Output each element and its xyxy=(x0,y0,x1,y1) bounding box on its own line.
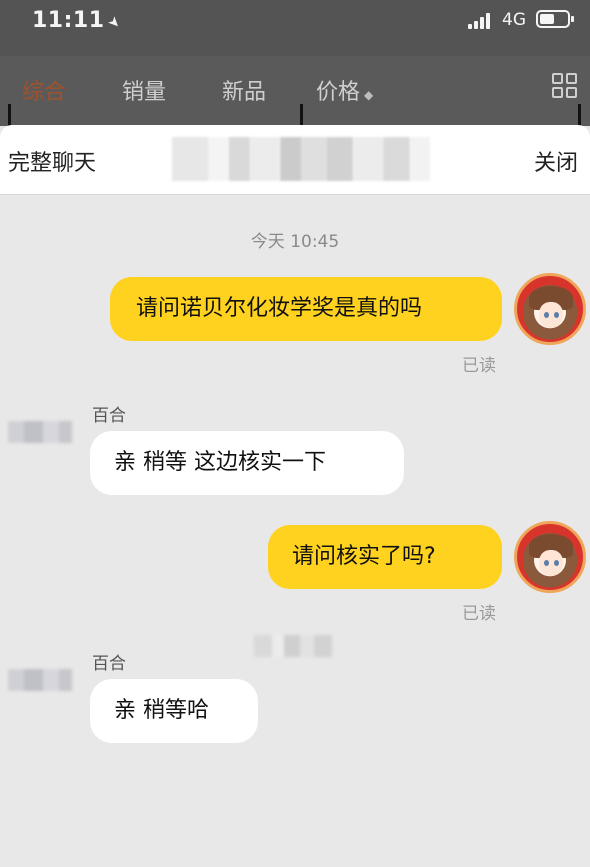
tab-sales[interactable]: 销量 xyxy=(122,74,166,106)
sender-name: 百合 xyxy=(92,654,126,674)
tab-comprehensive[interactable]: 综合 xyxy=(22,74,66,106)
sheet-title: 完整聊天 xyxy=(8,151,97,176)
tab-price-label: 价格 xyxy=(316,80,361,105)
close-button[interactable]: 关闭 xyxy=(534,145,578,177)
message-bubble-self: 请问核实了吗? xyxy=(268,525,502,589)
time-text: 11:11 xyxy=(32,8,105,33)
chat-log: 今天 10:45 请问诺贝尔化妆学奖是真的吗 已读 百合 亲 稍等 这边核实一下… xyxy=(0,195,590,867)
location-arrow-icon: ➤ xyxy=(103,13,124,33)
message-bubble-other: 亲 稍等哈 xyxy=(90,679,258,743)
redacted-avatar xyxy=(8,421,72,443)
network-type: 4G xyxy=(502,10,526,30)
read-status: 已读 xyxy=(462,604,496,624)
read-status: 已读 xyxy=(462,356,496,376)
background-divider xyxy=(578,104,581,126)
background-divider xyxy=(8,104,11,126)
user-avatar xyxy=(514,521,586,593)
status-time: 11:11➤ xyxy=(32,8,124,33)
battery-icon xyxy=(536,10,574,28)
sort-arrows-icon: ◆ xyxy=(364,88,374,102)
filter-bar: 综合 销量 新品 价格 ◆ xyxy=(0,56,590,126)
grid-view-icon[interactable] xyxy=(552,73,578,99)
sender-name: 百合 xyxy=(92,406,126,426)
chat-timestamp: 今天 10:45 xyxy=(250,232,340,252)
message-bubble-self: 请问诺贝尔化妆学奖是真的吗 xyxy=(110,277,502,341)
user-avatar xyxy=(514,273,586,345)
screen: 11:11➤ 4G 综合 销量 新品 价格 ◆ 完整聊天 关闭 今天 10:45 … xyxy=(0,0,590,867)
sheet-header: 完整聊天 关闭 xyxy=(0,125,590,195)
full-chat-sheet: 完整聊天 关闭 今天 10:45 请问诺贝尔化妆学奖是真的吗 已读 百合 亲 稍… xyxy=(0,125,590,867)
status-bar: 11:11➤ 4G xyxy=(0,0,590,56)
redacted-shop-name xyxy=(172,137,430,181)
background-divider xyxy=(300,104,303,126)
redacted-divider xyxy=(254,635,354,657)
redacted-avatar xyxy=(8,669,72,691)
tab-price[interactable]: 价格 ◆ xyxy=(316,74,373,106)
signal-icon xyxy=(468,13,490,29)
message-bubble-other: 亲 稍等 这边核实一下 xyxy=(90,431,404,495)
tab-new[interactable]: 新品 xyxy=(222,74,266,106)
